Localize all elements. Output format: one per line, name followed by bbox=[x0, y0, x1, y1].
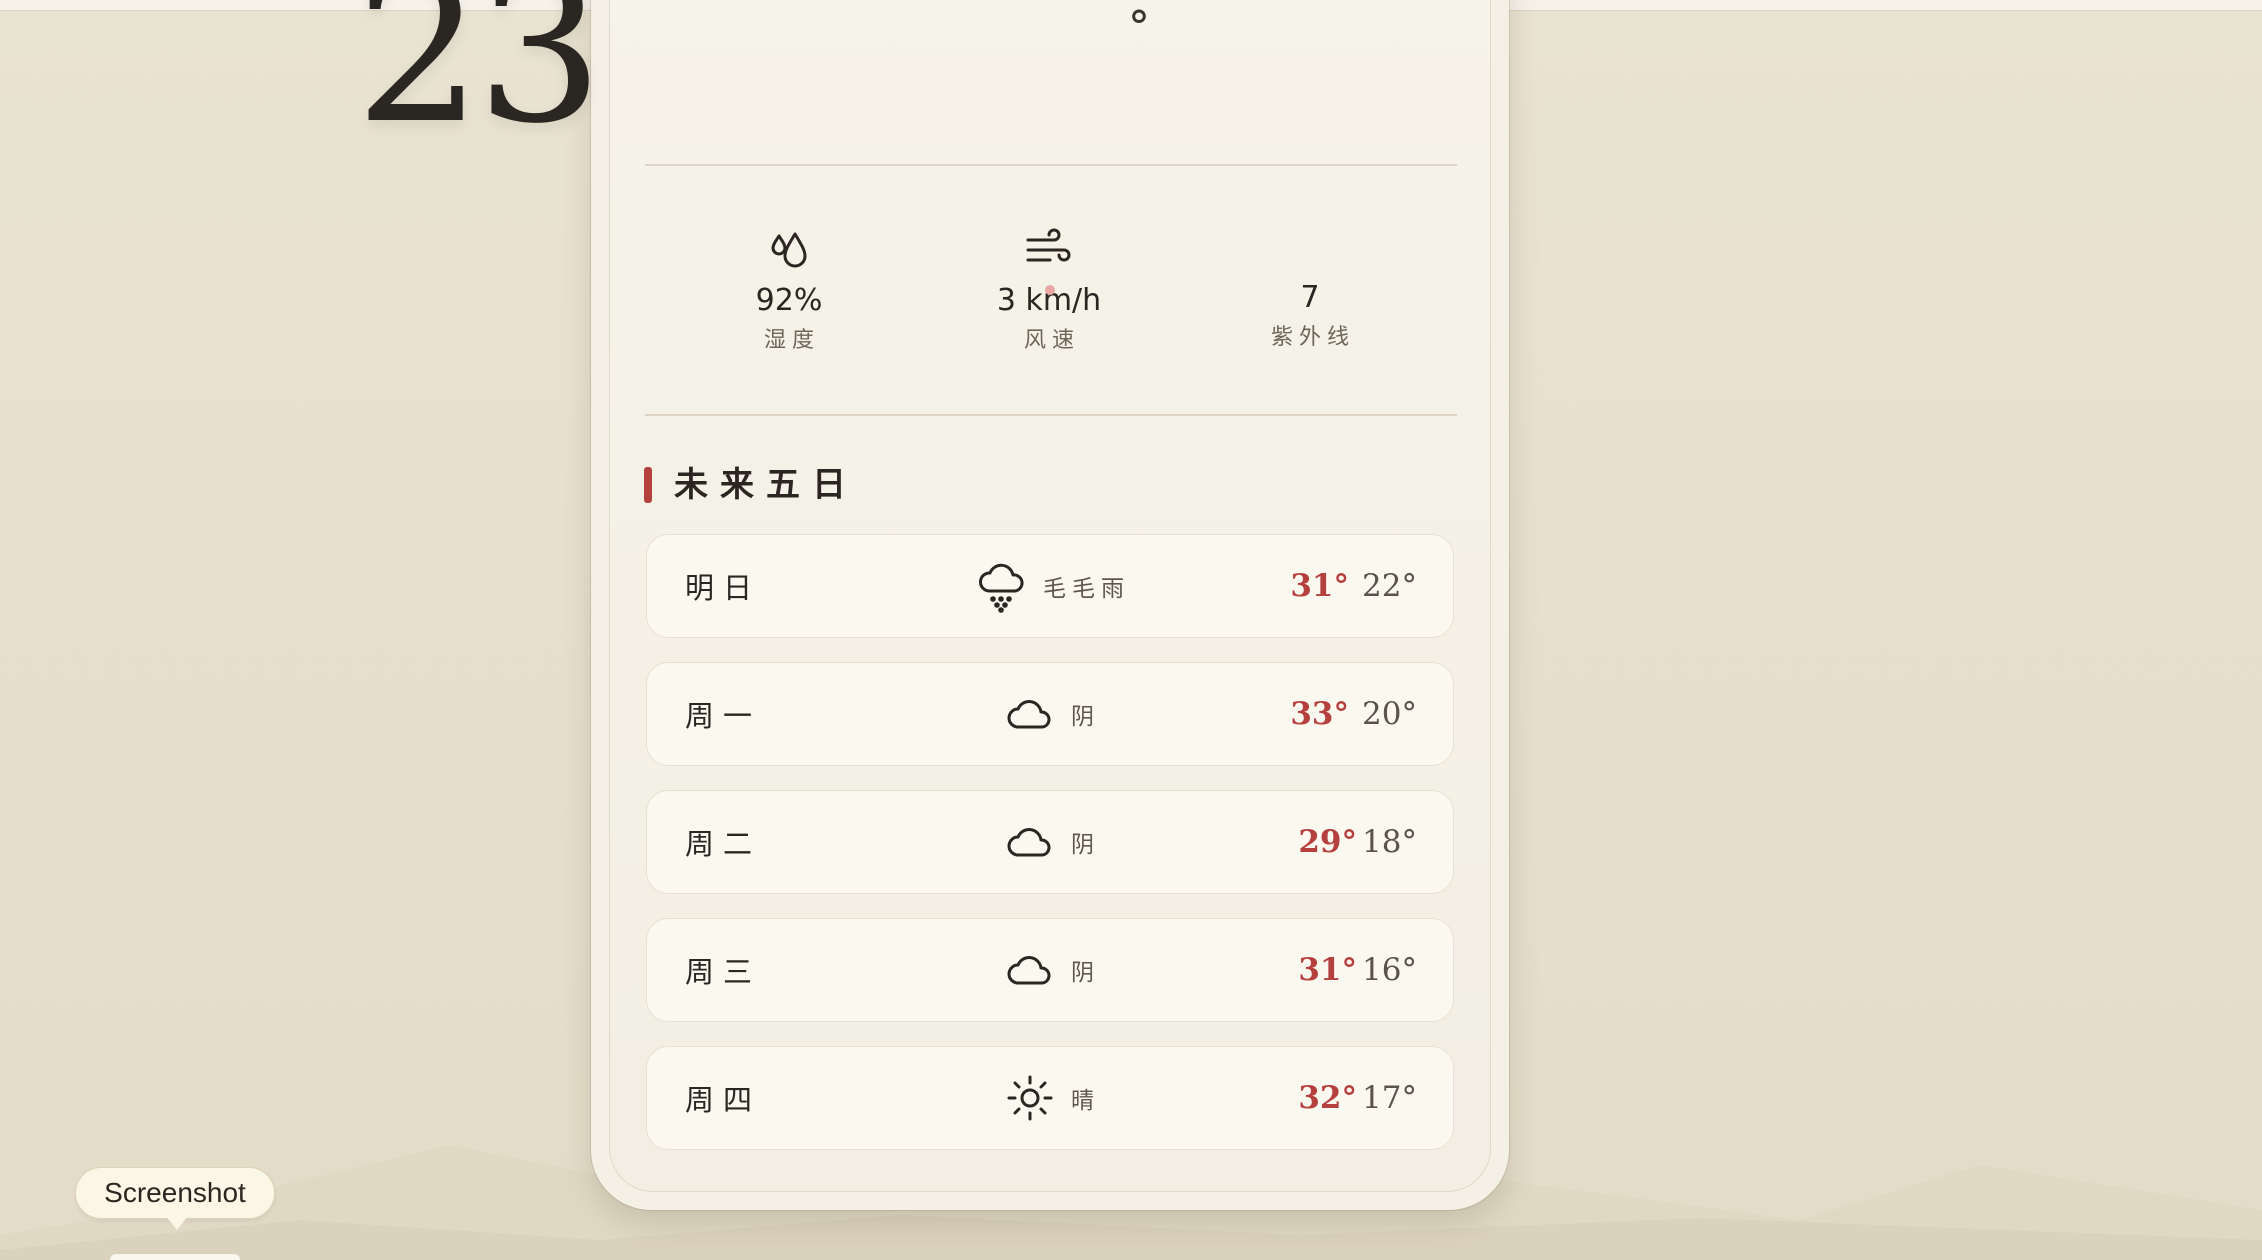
wind-indicator-dot bbox=[1045, 285, 1055, 295]
wind-label: 风速 bbox=[1023, 328, 1080, 353]
day-high-temp: 29° bbox=[1298, 824, 1357, 860]
forecast-row-2[interactable]: 周一 阴 33° 20° bbox=[646, 662, 1454, 766]
day-low-temp: 18° bbox=[1362, 824, 1417, 860]
day-name: 周一 bbox=[685, 699, 762, 733]
current-temperature: 23 bbox=[355, 0, 603, 168]
day-condition: 毛毛雨 bbox=[1043, 576, 1130, 602]
day-condition: 阴 bbox=[1071, 832, 1100, 858]
divider-top bbox=[645, 164, 1457, 166]
section-accent-bar bbox=[644, 467, 652, 503]
forecast-row-5[interactable]: 周四 晴 32° 17° bbox=[646, 1046, 1454, 1150]
forecast-row-3[interactable]: 周二 阴 29° 18° bbox=[646, 790, 1454, 894]
day-high-temp: 32° bbox=[1298, 1080, 1357, 1116]
screenshot-tooltip: Screenshot bbox=[75, 1167, 275, 1219]
day-condition: 阴 bbox=[1071, 704, 1100, 730]
uv-label: 紫外线 bbox=[1270, 325, 1355, 350]
day-name: 周四 bbox=[685, 1083, 762, 1117]
cloud-icon bbox=[1007, 956, 1051, 985]
day-name: 周二 bbox=[685, 827, 762, 861]
humidity-drops-icon bbox=[771, 232, 807, 268]
day-high-temp: 31° bbox=[1290, 568, 1349, 604]
day-condition: 晴 bbox=[1071, 1088, 1100, 1114]
humidity-value: 92% bbox=[755, 283, 823, 318]
stat-humidity: 92% 湿度 bbox=[709, 226, 869, 352]
day-low-temp: 22° bbox=[1362, 568, 1417, 604]
divider-bottom bbox=[645, 414, 1457, 416]
uv-value: 7 bbox=[1300, 280, 1320, 315]
stat-uv: 7 紫外线 bbox=[1230, 283, 1390, 349]
day-high-temp: 31° bbox=[1298, 952, 1357, 988]
day-condition: 阴 bbox=[1071, 960, 1100, 986]
tooltip-arrow bbox=[166, 1216, 188, 1230]
day-low-temp: 20° bbox=[1362, 696, 1417, 732]
day-low-temp: 16° bbox=[1362, 952, 1417, 988]
forecast-row-4[interactable]: 周三 阴 31° 16° bbox=[646, 918, 1454, 1022]
drizzle-icon bbox=[979, 563, 1024, 613]
cloud-icon bbox=[1007, 828, 1051, 857]
day-high-temp: 33° bbox=[1290, 696, 1349, 732]
day-low-temp: 17° bbox=[1362, 1080, 1417, 1116]
day-name: 明日 bbox=[685, 571, 762, 605]
wind-icon bbox=[1026, 228, 1071, 262]
day-name: 周三 bbox=[685, 955, 762, 989]
cloud-icon bbox=[1007, 700, 1051, 729]
dock-item-hint[interactable] bbox=[110, 1254, 240, 1260]
humidity-label: 湿度 bbox=[763, 328, 820, 353]
forecast-row-1[interactable]: 明日 毛毛雨 31° 22° bbox=[646, 534, 1454, 638]
temperature-degree-symbol: ° bbox=[1128, 2, 1150, 53]
sun-icon bbox=[1007, 1075, 1053, 1121]
forecast-title: 未来五日 bbox=[674, 465, 858, 505]
